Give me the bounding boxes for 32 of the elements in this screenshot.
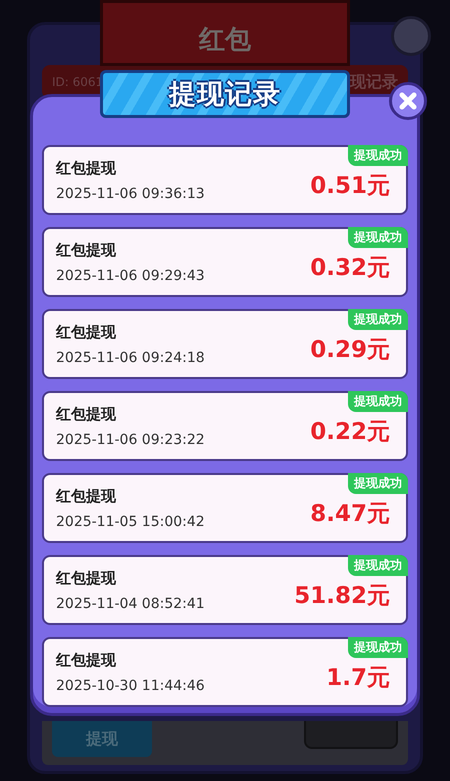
record-amount: 8.47元 [310,500,390,528]
record-label: 红包提现 [56,404,117,424]
record-amount: 1.7元 [326,664,390,692]
record-label: 红包提现 [56,486,117,506]
record-amount: 51.82元 [294,582,390,610]
record-label: 红包提现 [56,322,117,342]
status-tag: 提现成功 [348,555,408,576]
record-time: 2025-11-06 09:36:13 [56,186,205,202]
status-tag: 提现成功 [348,227,408,248]
record-time: 2025-10-30 11:44:46 [56,678,205,694]
status-tag: 提现成功 [348,391,408,412]
record-time: 2025-11-06 09:29:43 [56,268,205,284]
record-time: 2025-11-06 09:24:18 [56,350,205,366]
modal-title: 提现记录 [100,70,350,118]
record-amount: 0.32元 [310,254,390,282]
status-tag: 提现成功 [348,637,408,658]
record-time: 2025-11-05 15:00:42 [56,514,205,530]
record-time: 2025-11-06 09:23:22 [56,432,205,448]
record-label: 红包提现 [56,650,117,670]
record-label: 红包提现 [56,158,117,178]
record-label: 红包提现 [56,568,117,588]
record-amount: 0.29元 [310,336,390,364]
record-time: 2025-11-04 08:52:41 [56,596,205,612]
record-label: 红包提现 [56,240,117,260]
status-tag: 提现成功 [348,309,408,330]
status-tag: 提现成功 [348,145,408,166]
dark-button[interactable] [304,721,398,749]
record-amount: 0.22元 [310,418,390,446]
withdraw-button[interactable]: 提现 [52,721,152,757]
dialog-title: 红包 [100,0,350,66]
record-amount: 0.51元 [310,172,390,200]
status-tag: 提现成功 [348,473,408,494]
